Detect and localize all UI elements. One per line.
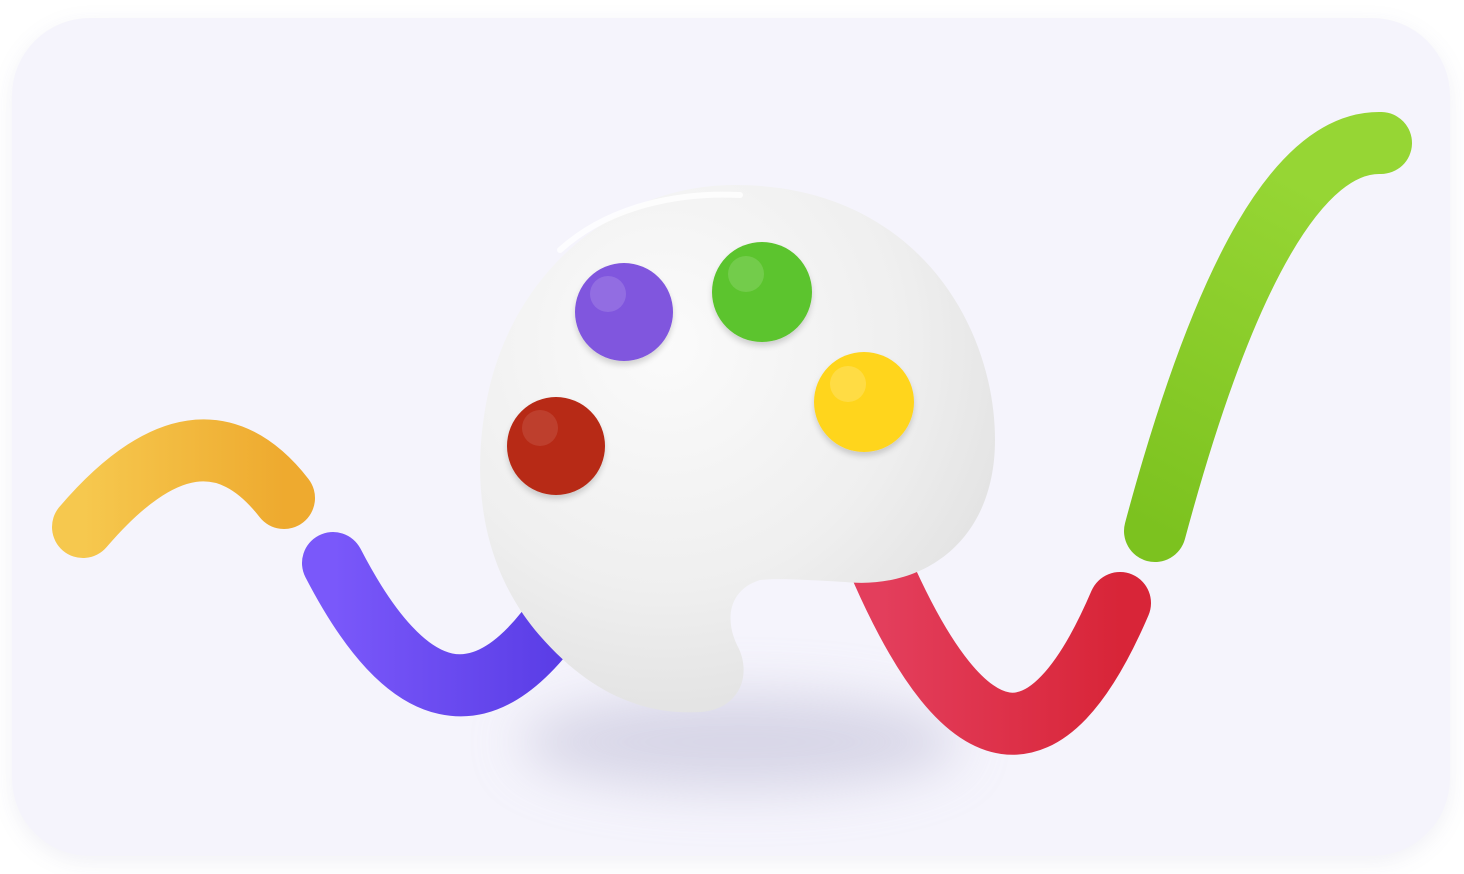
green-stroke — [1124, 112, 1412, 562]
yellow-stroke — [52, 419, 315, 558]
green-paint-dot — [712, 242, 812, 342]
red-stroke — [851, 539, 1151, 755]
yellow-paint-dot — [814, 352, 914, 452]
purple-paint-dot — [575, 263, 673, 361]
palette-illustration — [52, 112, 1412, 790]
red-paint-dot — [507, 397, 605, 495]
palette-shadow — [520, 694, 960, 790]
